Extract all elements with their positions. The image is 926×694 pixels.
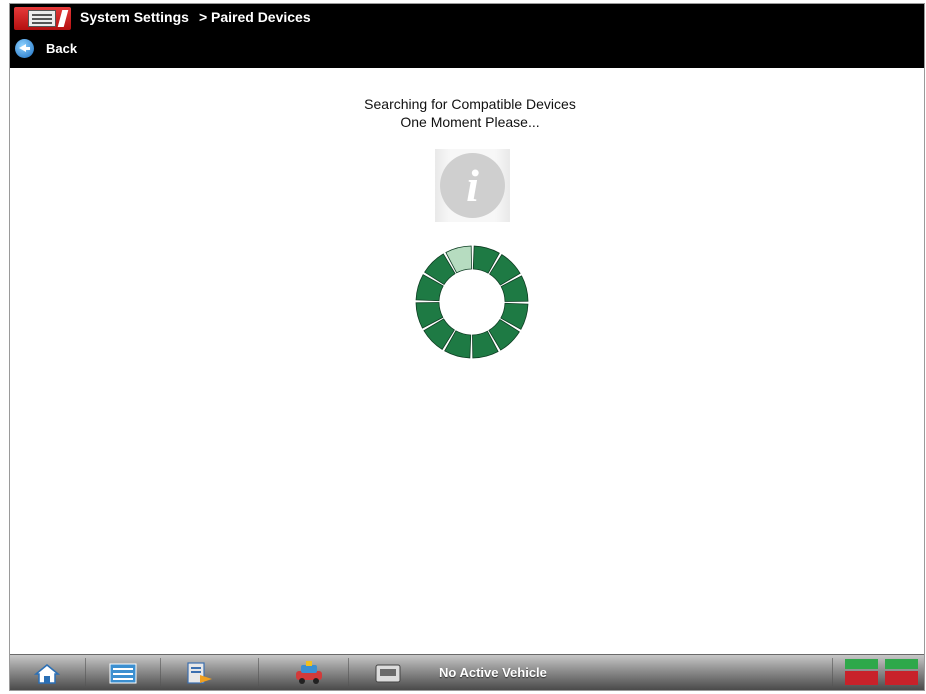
page-title: System Settings > Paired Devices (80, 9, 311, 25)
message-line-1: Searching for Compatible Devices (364, 96, 576, 112)
home-icon (34, 664, 60, 684)
back-label: Back (46, 40, 78, 56)
vehicle-button[interactable] (280, 659, 340, 686)
footer-toolbar: No Active Vehicle (10, 654, 924, 690)
scanner-button[interactable] (360, 659, 420, 686)
info-icon: i (435, 149, 510, 222)
wireless-status-icon (845, 659, 878, 685)
message-line-2: One Moment Please... (400, 114, 540, 130)
breadcrumb: > Paired Devices (198, 9, 311, 25)
toolbox-button[interactable] (95, 659, 155, 686)
header-bar: System Settings > Paired Devices Back (10, 4, 924, 68)
scanner-icon (375, 664, 401, 683)
status-message: Searching for Compatible Devices One Mom… (10, 95, 926, 131)
vehicle-status-text: No Active Vehicle (439, 665, 547, 680)
data-icon (187, 662, 212, 684)
battery-status-icon (885, 659, 918, 685)
toolbox-icon (109, 663, 137, 684)
back-arrow-icon (15, 38, 34, 58)
back-button[interactable]: Back (15, 37, 77, 59)
title-label: System Settings (80, 9, 189, 25)
app-screen: System Settings > Paired Devices Back Sea… (9, 3, 925, 691)
vehicle-icon (296, 661, 322, 684)
home-button[interactable] (20, 659, 80, 686)
loading-spinner (415, 245, 529, 359)
system-settings-icon (14, 7, 71, 30)
data-button[interactable] (170, 659, 230, 686)
info-glyph: i (440, 153, 505, 218)
